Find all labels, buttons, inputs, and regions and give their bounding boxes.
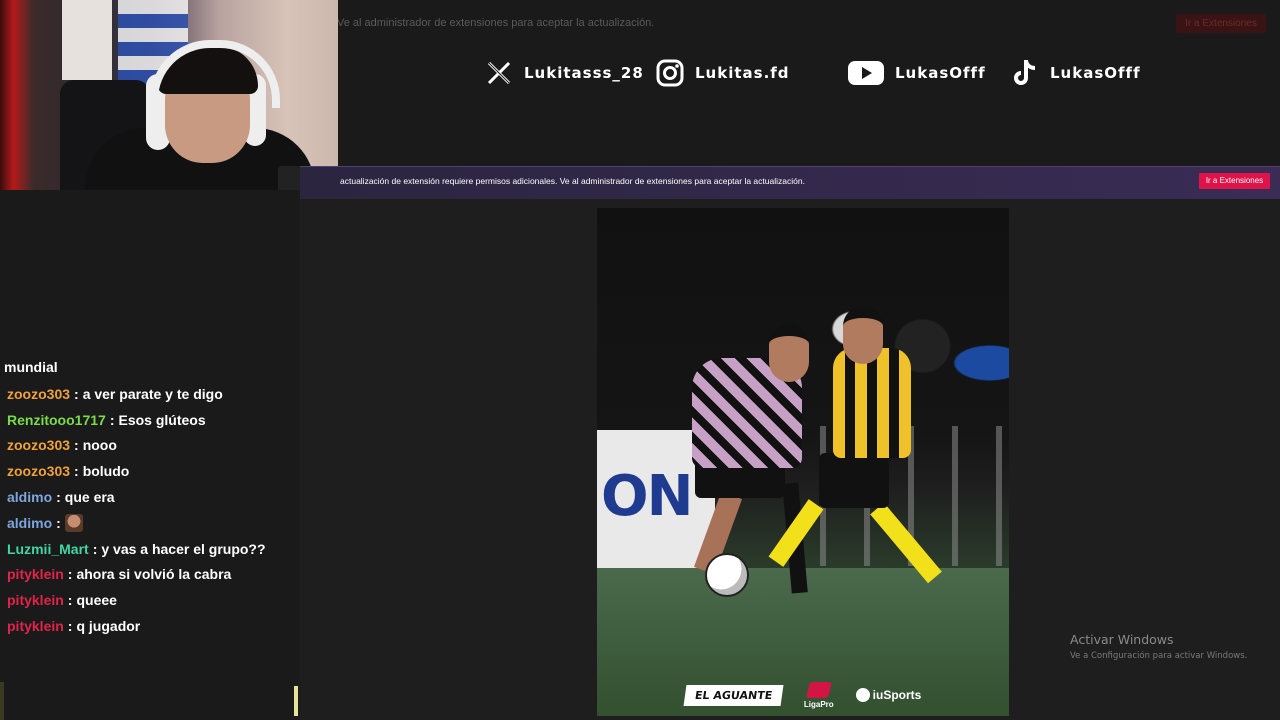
player2-jersey <box>833 348 911 458</box>
windows-activation-watermark: Activar Windows Ve a Configuración para … <box>1070 632 1247 661</box>
chat-text: a ver parate y te digo <box>82 385 223 402</box>
social-instagram[interactable]: Lukitas.fd <box>655 56 790 90</box>
sponsor-iusports-text: iuSports <box>872 688 922 702</box>
chat-message: zoozo303: boludo <box>7 458 297 484</box>
sponsor-el-aguante-logo: EL AGUANTE <box>683 684 784 706</box>
chat-partial-message: mundial <box>4 359 58 375</box>
chat-text: queee <box>76 592 117 609</box>
extension-update-bar: actualización de extensión requiere perm… <box>300 166 1280 199</box>
chat-message: zoozo303: nooo <box>7 433 297 459</box>
chat-separator: : <box>67 592 73 609</box>
photo-ad-banner-text: ON <box>601 464 693 529</box>
chat-separator: : <box>74 463 79 480</box>
instagram-icon <box>655 58 685 88</box>
chat-username[interactable]: zoozo303 <box>7 437 70 453</box>
chat-text: q jugador <box>76 618 141 635</box>
sponsor-ligapro-text: LigaPro <box>803 699 834 709</box>
chat-username[interactable]: pityklein <box>7 566 64 582</box>
tiktok-icon <box>1010 58 1040 88</box>
social-x[interactable]: Lukitasss_28 <box>484 56 644 90</box>
social-tiktok[interactable]: LukasOfff <box>1010 56 1141 90</box>
social-youtube[interactable]: LukasOfff <box>847 56 986 90</box>
chat-separator: : <box>109 411 115 428</box>
ligapro-mark-icon <box>805 681 832 698</box>
chat-text: nooo <box>82 437 117 454</box>
chat-messages: zoozo303: a ver parate y te digo Renzitooo… <box>7 381 297 639</box>
chat-username[interactable]: aldimo <box>7 515 52 531</box>
sponsor-ligapro-logo: LigaPro <box>803 681 834 709</box>
chat-message: aldimo: <box>7 510 297 536</box>
chat-message: aldimo: que era <box>7 484 297 510</box>
chat-text: que era <box>64 489 115 506</box>
football-ball <box>705 553 749 597</box>
x-logo-icon <box>484 58 514 88</box>
chat-message: pityklein: q jugador <box>7 613 297 639</box>
chat-scroll-indicator[interactable] <box>294 686 298 716</box>
sponsor-logos: EL AGUANTE LigaPro iuSports <box>597 678 1009 712</box>
sponsor-iusports-logo: iuSports <box>855 688 922 702</box>
chat-message: pityklein: ahora si volvió la cabra <box>7 562 297 588</box>
chat-separator: : <box>56 514 61 531</box>
chat-text: Esos glúteos <box>118 411 206 428</box>
chat-username[interactable]: pityklein <box>7 618 64 634</box>
chat-username[interactable]: Luzmii_Mart <box>7 541 89 557</box>
chat-message: Renzitooo1717: Esos glúteos <box>7 407 297 433</box>
chat-username[interactable]: Renzitooo1717 <box>7 412 106 428</box>
chat-separator: : <box>74 437 79 454</box>
chat-username[interactable]: zoozo303 <box>7 463 70 479</box>
player2-shorts <box>819 453 889 508</box>
chat-separator: : <box>67 618 73 635</box>
social-youtube-handle: LukasOfff <box>895 64 986 82</box>
go-to-extensions-button[interactable]: Ir a Extensiones <box>1199 173 1270 189</box>
top-update-notice: Ve al administrador de extensiones para … <box>337 17 655 29</box>
chat-message: Luzmii_Mart: y vas a hacer el grupo?? <box>7 536 297 562</box>
social-x-handle: Lukitasss_28 <box>524 64 644 82</box>
extension-update-message: actualización de extensión requiere perm… <box>340 176 805 186</box>
iusports-mark-icon <box>855 688 870 702</box>
chat-message: zoozo303: a ver parate y te digo <box>7 381 297 407</box>
chat-message: pityklein: queee <box>7 587 297 613</box>
player2-head <box>843 306 883 364</box>
player1-head <box>769 324 809 382</box>
social-tiktok-handle: LukasOfff <box>1050 64 1141 82</box>
webcam-shelf <box>62 0 112 80</box>
chat-emote-icon <box>64 513 83 532</box>
chat-separator: : <box>74 385 79 402</box>
chat-text: y vas a hacer el grupo?? <box>101 540 266 557</box>
chat-separator: : <box>56 489 61 506</box>
football-photo: ON EL AGUANTE LigaPro iuSports <box>597 208 1009 716</box>
chat-username[interactable]: aldimo <box>7 489 52 505</box>
chat-text: boludo <box>82 463 130 480</box>
chat-separator: : <box>67 566 73 583</box>
chat-left-accent <box>0 682 4 720</box>
chat-separator: : <box>92 540 98 557</box>
watermark-subtitle: Ve a Configuración para activar Windows. <box>1070 651 1248 661</box>
top-go-to-extensions-button[interactable]: Ir a Extensiones <box>1176 14 1266 33</box>
youtube-icon <box>847 58 885 88</box>
watermark-title: Activar Windows <box>1070 632 1174 647</box>
chat-username[interactable]: pityklein <box>7 592 64 608</box>
webcam-feed <box>0 0 338 190</box>
social-instagram-handle: Lukitas.fd <box>695 64 790 82</box>
chat-username[interactable]: zoozo303 <box>7 386 70 402</box>
chat-text: ahora si volvió la cabra <box>76 566 232 583</box>
